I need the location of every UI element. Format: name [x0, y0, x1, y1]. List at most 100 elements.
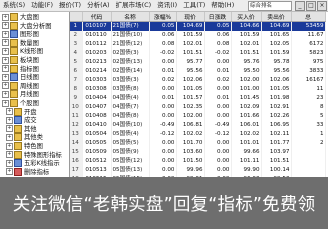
- cell-day-change: 0.00: [204, 112, 232, 121]
- column-header-bid[interactable]: 买入价: [231, 12, 262, 22]
- table-row[interactable]: 6 010214 02国债(14) 0.01 95.56 0.01 95.50 95.56 38…: [70, 67, 326, 76]
- cell-name: 21国债(7): [111, 21, 150, 31]
- tree-node[interactable]: + 删除指标: [6, 167, 49, 177]
- expand-icon[interactable]: +: [6, 116, 13, 124]
- table-header-row: 代码 名称 涨幅% 现价 日涨跌 买入价 卖出价总: [70, 12, 326, 22]
- table-row[interactable]: 13 010504 05国债(4) -0.12 102.02 -0.12 102.02 102…: [70, 130, 326, 139]
- cell-index: 5: [70, 58, 83, 67]
- column-header-change-pct[interactable]: 涨幅%: [149, 12, 177, 22]
- cell-price: 103.60: [176, 148, 205, 157]
- cell-index: 6: [70, 67, 83, 76]
- expand-icon[interactable]: +: [2, 30, 9, 38]
- cell-index: 14: [70, 139, 83, 148]
- tree-node-label: 个股图: [20, 100, 39, 107]
- column-header-volume[interactable]: 总: [291, 12, 326, 22]
- search-input[interactable]: 综合排名: [248, 0, 292, 11]
- indicator-tree: + 大盘图 + 大盘分析图 + 图形图 + 数量图 + K线形图 + 板块图 + 指标图 + 日线图 + 周线图 +…: [0, 12, 70, 177]
- column-header-price[interactable]: 现价: [176, 12, 205, 22]
- expand-icon[interactable]: +: [2, 39, 9, 47]
- quote-table: 代码 名称 涨幅% 现价 日涨跌 买入价 卖出价总 1 010107 21国债(7) 0.05 10…: [70, 12, 326, 177]
- cell-bid: 101.66: [231, 112, 262, 121]
- column-header-day-change[interactable]: 日涨跌: [204, 12, 232, 22]
- cell-price: 102.35: [176, 103, 205, 112]
- cell-change-pct: -0.12: [149, 130, 177, 139]
- expand-icon[interactable]: +: [2, 73, 9, 81]
- expand-icon[interactable]: +: [2, 56, 9, 64]
- column-header-name[interactable]: 名称: [111, 12, 150, 22]
- expand-icon[interactable]: +: [2, 82, 9, 90]
- table-row[interactable]: 4 010203 02国债(3) -0.02 101.51 -0.02 101.51 101.…: [70, 49, 326, 58]
- menu-system[interactable]: 系统(S): [0, 0, 28, 11]
- folder-icon: [14, 150, 22, 159]
- cell-volume: 5823: [291, 49, 326, 58]
- folder-icon: [10, 56, 18, 64]
- expand-icon[interactable]: +: [6, 159, 13, 167]
- cell-index: 4: [70, 49, 83, 58]
- table-row[interactable]: 10 010407 04国债(7) 0.00 102.35 0.00 102.09 102.9…: [70, 103, 326, 112]
- table-row[interactable]: 7 010303 03国债(3) 0.02 102.06 0.02 102.00 102.06…: [70, 76, 326, 85]
- column-header-code[interactable]: 代码: [82, 12, 112, 22]
- expand-icon[interactable]: +: [2, 99, 9, 107]
- menu-quotes[interactable]: 报价(T): [56, 0, 84, 11]
- table-row[interactable]: 17 010513 05国债(13) 0.00 99.96 0.00 99.90 100.14: [70, 166, 326, 175]
- expand-icon[interactable]: +: [2, 65, 9, 73]
- cell-volume: 2: [291, 139, 326, 148]
- cell-bid: 104.66: [231, 21, 262, 31]
- cell-price: 95.77: [176, 58, 205, 67]
- expand-icon[interactable]: +: [6, 168, 13, 176]
- expand-icon[interactable]: +: [2, 47, 9, 55]
- cell-day-change: 0.01: [204, 67, 232, 76]
- expand-icon[interactable]: +: [6, 151, 13, 159]
- cell-ask: 95.78: [261, 58, 292, 67]
- table-row[interactable]: 1 010107 21国债(7) 0.05 104.69 0.05 104.66 104.69…: [70, 21, 326, 31]
- close-icon[interactable]: ×: [317, 0, 327, 11]
- cell-bid: 101.51: [231, 49, 262, 58]
- column-header-index[interactable]: [70, 12, 83, 22]
- table-row[interactable]: 8 010308 03国债(8) 0.00 101.05 0.00 101.00 101.05…: [70, 85, 326, 94]
- cell-day-change: 0.06: [204, 31, 232, 40]
- table-row[interactable]: 12 010410 04国债(10) -0.49 106.81 -0.49 106.01 10…: [70, 121, 326, 130]
- cell-volume: 1: [291, 130, 326, 139]
- expand-icon[interactable]: +: [6, 133, 13, 141]
- folder-icon: [10, 38, 18, 47]
- menu-function[interactable]: 功能(F): [28, 0, 56, 11]
- table-row[interactable]: 11 010408 04国债(8) 0.00 102.00 0.00 101.66 102.2…: [70, 112, 326, 121]
- cell-bid: 99.66: [231, 148, 262, 157]
- table-row[interactable]: 2 010110 21国债(10) 0.06 101.59 0.06 101.59 101.6…: [70, 31, 326, 40]
- cell-code: 010110: [82, 31, 112, 40]
- cell-ask: 100.14: [261, 166, 292, 175]
- table-row[interactable]: 9 010404 04国债(4) 0.01 101.57 0.01 101.45 101.98…: [70, 94, 326, 103]
- cell-bid: 101.01: [231, 139, 262, 148]
- cell-price: 102.06: [176, 76, 205, 85]
- menu-help[interactable]: 帮助(H): [208, 0, 237, 11]
- minimize-icon[interactable]: _: [295, 0, 305, 11]
- cell-volume: 6172: [291, 40, 326, 49]
- cell-index: 1: [70, 21, 83, 31]
- expand-icon[interactable]: +: [6, 125, 13, 133]
- maximize-icon[interactable]: □: [306, 0, 316, 11]
- cell-volume: [291, 148, 326, 157]
- menu-info[interactable]: 资讯(I): [154, 0, 180, 11]
- menu-analysis[interactable]: 分析(A): [84, 0, 113, 11]
- folder-icon: [14, 107, 22, 116]
- table-row[interactable]: 5 010213 02国债(13) 0.00 95.77 0.00 95.76 95.78 97…: [70, 58, 326, 67]
- cell-day-change: 0.05: [204, 21, 232, 31]
- menu-tools[interactable]: 工具(T): [180, 0, 208, 11]
- cell-change-pct: 0.01: [149, 67, 177, 76]
- table-row[interactable]: 3 010112 21国债(12) 0.08 102.01 0.08 102.01 102.0…: [70, 40, 326, 49]
- cell-bid: 95.50: [231, 67, 262, 76]
- cell-bid: 106.01: [231, 121, 262, 130]
- expand-icon[interactable]: +: [6, 142, 13, 150]
- cell-ask: 101.51: [261, 157, 292, 166]
- column-header-ask[interactable]: 卖出价: [261, 12, 292, 22]
- expand-icon[interactable]: +: [2, 22, 9, 30]
- table-row[interactable]: 16 010512 05国债(12) 0.00 101.50 0.00 101.11 101.…: [70, 157, 326, 166]
- expand-icon[interactable]: +: [2, 90, 9, 98]
- cell-ask: 101.59: [261, 49, 292, 58]
- table-row[interactable]: 15 010509 05国债(9) 0.00 103.60 0.00 99.66 103.97: [70, 148, 326, 157]
- expand-icon[interactable]: +: [2, 13, 9, 21]
- table-row[interactable]: 14 010505 05国债(5) 0.00 101.70 0.00 101.01 101.7…: [70, 139, 326, 148]
- expand-icon[interactable]: +: [6, 108, 13, 116]
- menu-extended-market[interactable]: 扩展市场(C): [113, 0, 155, 11]
- tree-node-label: 其他类: [24, 134, 43, 142]
